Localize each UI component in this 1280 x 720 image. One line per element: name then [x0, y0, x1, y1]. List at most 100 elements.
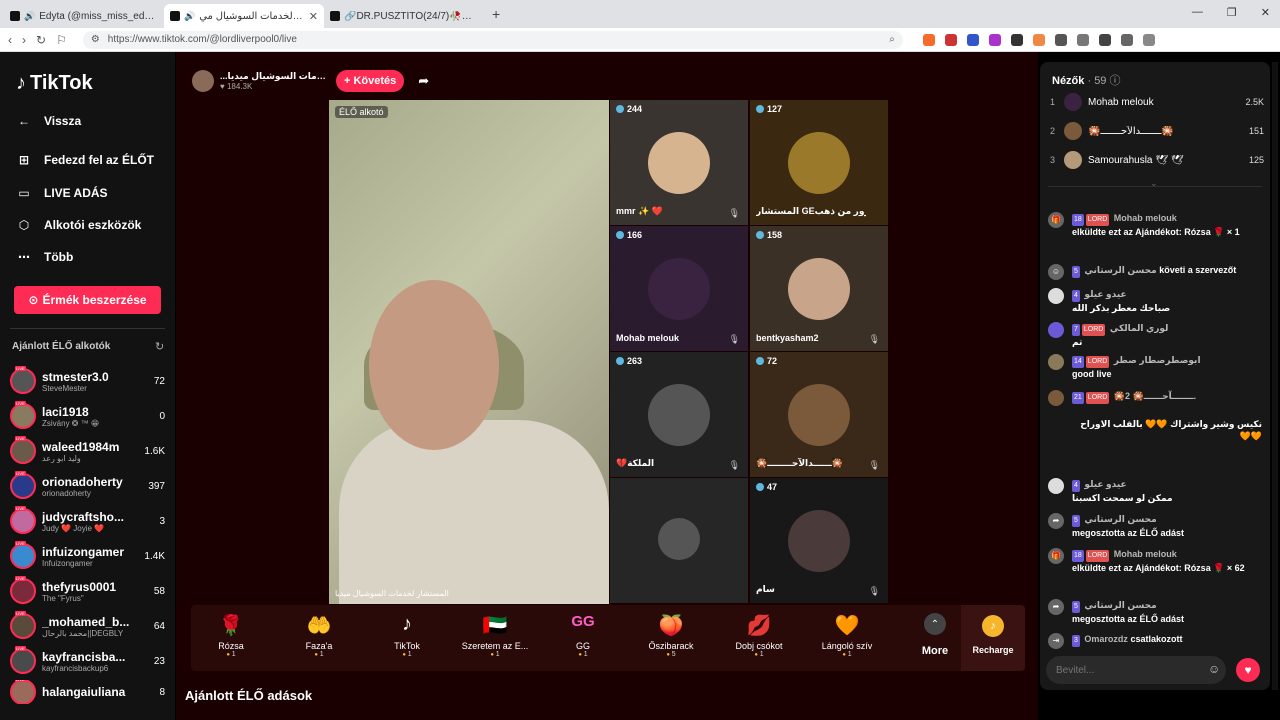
chat-username[interactable]: لوري المالكي [1110, 323, 1169, 333]
chat-username[interactable]: 🎇ـــــــآحــــــ🎇 2. [1114, 391, 1196, 401]
gift-item[interactable]: 💋 Dobj csókot1 [719, 613, 799, 658]
gift-item[interactable]: 🍑 Őszibarack5 [631, 613, 711, 658]
refresh-icon[interactable]: ↻ [155, 340, 164, 353]
extension-icon[interactable] [1054, 33, 1067, 46]
browser-tabbar: 🔊Edyta (@miss_miss_edyta) ÉLŐ ad 🔊المستش… [0, 0, 1280, 28]
creator-item[interactable]: waleed1984mوليد ابو رعد 1.6K [10, 435, 165, 467]
page-scrollbar[interactable] [1272, 62, 1278, 690]
guest-tile[interactable]: 72 🎇ــــــدالآحــــــــ🎇 🎙 [750, 352, 888, 477]
creator-item[interactable]: judycraftsho...Judy ❤️ Joyie ❤️ 3 [10, 505, 165, 537]
site-info-icon[interactable]: ⚙ [91, 34, 100, 45]
chevron-down-icon[interactable]: ⌄ [1150, 178, 1158, 189]
bookmark-icon[interactable]: ⚐ [56, 33, 67, 47]
extension-icon[interactable] [944, 33, 957, 46]
chat-username[interactable]: ابوصطرصطار صطر [1114, 355, 1201, 365]
guest-tile-empty[interactable] [610, 478, 748, 603]
nav-more[interactable]: ⋯ Több [16, 250, 73, 264]
guest-tile[interactable]: 166 Mohab melouk 🎙 [610, 226, 748, 351]
gift-item[interactable]: ♪ TikTok1 [367, 613, 447, 658]
heart-like-button[interactable]: ♥ [1236, 658, 1260, 682]
nav-explore-live[interactable]: ⊞ Fedezd fel az ÉLŐT [16, 153, 154, 167]
zoom-icon[interactable]: ⌕ [889, 34, 895, 45]
guest-tile[interactable]: 127 المستشار GEسرور من ذهب [750, 100, 888, 225]
guest-tile[interactable]: 263 💔الملكة 🎙 [610, 352, 748, 477]
level-badge: 7 [1072, 324, 1080, 336]
profile-icon[interactable] [1142, 33, 1155, 46]
minimize-icon[interactable]: — [1192, 6, 1203, 19]
guest-name: Mohab melouk [616, 333, 680, 343]
viewer-count: 397 [148, 480, 165, 492]
nav-back[interactable]: ← Vissza [16, 114, 81, 128]
back-icon[interactable]: ‹ [8, 33, 12, 47]
chat-message: 14 LORD ابوصطرصطار صطر good live [1048, 354, 1262, 380]
chat-username[interactable]: محسن الرستاني [1084, 514, 1156, 524]
chat-username[interactable]: عيدو عيلو [1084, 289, 1126, 299]
gift-item[interactable]: 🌹 Rózsa1 [191, 613, 271, 658]
creator-item[interactable]: laci1918Zsivány ❂ ™ 😁 0 [10, 400, 165, 432]
browser-tab[interactable]: 🔊Edyta (@miss_miss_edyta) ÉLŐ ad [4, 4, 164, 28]
gift-item[interactable]: 🧡 Lángoló szív1 [807, 613, 887, 658]
music-icon[interactable] [1098, 33, 1111, 46]
creator-item[interactable]: orionadohertyorionadoherty 397 [10, 470, 165, 502]
gift-item[interactable]: 🤲 Faza'a1 [279, 613, 359, 658]
close-window-icon[interactable]: ✕ [1261, 6, 1270, 19]
nav-go-live[interactable]: ▭ LIVE ADÁS [16, 186, 107, 200]
creator-item[interactable]: kayfrancisba...kayfrancisbackup6 23 [10, 645, 165, 677]
new-tab-button[interactable]: + [492, 6, 500, 22]
top-viewer-row[interactable]: 3 Samourahusla 🕊 🕊 125 [1050, 149, 1264, 171]
emoji-icon[interactable]: ☺ [1208, 662, 1220, 676]
creator-item[interactable]: _mohamed_b...محمد بالرحال||DEGBLY 64 [10, 610, 165, 642]
follow-button[interactable]: + Követés [336, 70, 405, 92]
guest-avatar [648, 384, 710, 446]
host-video[interactable]: ÉLŐ alkotó المستشار لخدمات السوشيال ميدي… [329, 100, 609, 604]
creator-item[interactable]: stmester3.0SteveMester 72 [10, 365, 165, 397]
maximize-icon[interactable]: ❐ [1227, 6, 1237, 19]
extension-icon[interactable] [922, 33, 935, 46]
chat-input[interactable] [1046, 656, 1226, 684]
creator-item[interactable]: halangaiuliana 8 [10, 680, 165, 704]
chat-username[interactable]: Mohab melouk [1114, 213, 1177, 223]
chat-username[interactable]: محسن الرستاني [1084, 600, 1156, 610]
gift-item[interactable]: 🇦🇪 Szeretem az E...1 [455, 613, 535, 658]
share-icon[interactable]: ➦ [418, 73, 429, 89]
nav-creator-tools[interactable]: ⬡ Alkotói eszközök [16, 218, 142, 232]
chat-text: csatlakozott [1130, 634, 1183, 644]
extension-icon[interactable] [988, 33, 1001, 46]
gift-name: Dobj csókot [735, 641, 783, 651]
chat-username[interactable]: عيدو عيلو [1084, 479, 1126, 489]
get-coins-button[interactable]: ⊙ Érmék beszerzése [14, 286, 161, 314]
host-avatar[interactable] [192, 70, 214, 92]
chat-username[interactable]: Omarozdz [1084, 634, 1128, 644]
browser-tab-active[interactable]: 🔊المستشار لخدمات السوشيال مي ✕ [164, 4, 324, 28]
extension-icon[interactable] [1076, 33, 1089, 46]
more-gifts-button[interactable]: ⌃ More [909, 613, 961, 657]
browser-tab[interactable]: 🔗DR.PUSZTÍTÓ(24/7)🥀🪄💚💫 [324, 4, 484, 28]
gift-item[interactable]: GGGG1 [543, 613, 623, 658]
viewers-header[interactable]: Nézők · 59 ⓘ [1052, 72, 1121, 88]
creator-item[interactable]: infuizongamerInfuizongamer 1.4K [10, 540, 165, 572]
guest-tile[interactable]: 244 mmr ✨ ❤️ 🎙 [610, 100, 748, 225]
guest-count: 158 [756, 230, 782, 240]
top-viewer-row[interactable]: 2 🎇ـــــــدالآحـــــــ🎇 151 [1050, 120, 1264, 142]
info-icon[interactable]: ⓘ [1110, 75, 1121, 87]
reload-icon[interactable]: ↻ [36, 33, 46, 47]
forward-icon[interactable]: › [22, 33, 26, 47]
extension-icon[interactable] [1010, 33, 1023, 46]
host-name[interactable]: ...شار لخدمات السوشيال ميديا [220, 71, 330, 82]
viewer-count: 58 [153, 585, 165, 597]
guest-tile[interactable]: 47 سام 🎙 [750, 478, 888, 603]
top-viewer-row[interactable]: 1 Mohab melouk 2.5K [1050, 91, 1264, 113]
close-tab-icon[interactable]: ✕ [309, 10, 318, 23]
extension-icon[interactable] [1032, 33, 1045, 46]
chat-text: تم [1072, 337, 1083, 347]
chat-username[interactable]: محسن الرستاني [1084, 265, 1156, 275]
sidebar-icon[interactable] [1120, 33, 1133, 46]
camera-icon: ▭ [18, 186, 30, 200]
creator-item[interactable]: thefyrus0001The "Fyrus" 58 [10, 575, 165, 607]
recharge-button[interactable]: ♪ Recharge [961, 605, 1025, 671]
chat-username[interactable]: Mohab melouk [1114, 549, 1177, 559]
tiktok-logo[interactable]: ♪ TikTok [16, 72, 93, 95]
extension-icon[interactable] [966, 33, 979, 46]
url-field[interactable]: ⚙ https://www.tiktok.com/@lordliverpool0… [82, 30, 903, 49]
guest-tile[interactable]: 158 bentkyasham2 🎙 [750, 226, 888, 351]
